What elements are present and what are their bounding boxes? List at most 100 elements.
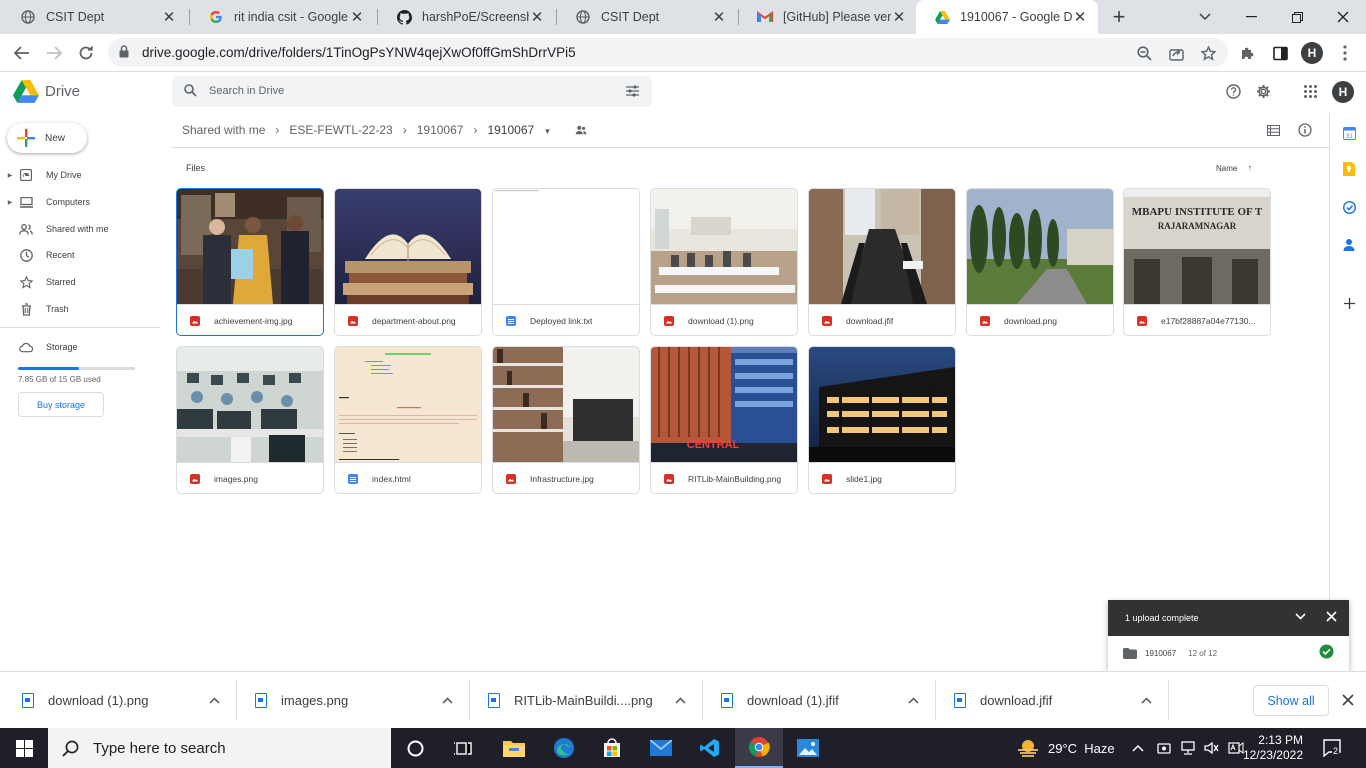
photos-icon[interactable] — [784, 728, 832, 768]
file-explorer-icon[interactable] — [490, 728, 538, 768]
chrome-menu-icon[interactable] — [1336, 44, 1354, 62]
restore-button[interactable] — [1274, 0, 1320, 34]
file-card[interactable]: download.png — [966, 188, 1114, 336]
breadcrumb-item[interactable]: 1910067 — [407, 123, 474, 137]
breadcrumb-item[interactable]: Shared with me — [172, 123, 275, 137]
chevron-up-icon[interactable] — [209, 695, 220, 707]
sidebar-item-shared-with-me[interactable]: Shared with me — [0, 218, 160, 240]
drive-logo[interactable]: Drive — [13, 80, 80, 103]
close-tab-icon[interactable]: ✕ — [529, 8, 545, 26]
address-bar[interactable]: drive.google.com/drive/folders/1TinOgPsY… — [108, 38, 1228, 67]
chevron-up-icon[interactable] — [1141, 695, 1152, 707]
download-item[interactable]: download (1).jfif — [721, 672, 919, 729]
show-hidden-icons-chevron-icon[interactable] — [1132, 728, 1144, 768]
edge-browser-icon[interactable] — [540, 728, 588, 768]
close-tab-icon[interactable]: ✕ — [161, 8, 177, 26]
taskbar-search-input[interactable]: Type here to search — [48, 728, 391, 768]
sort-by-name-button[interactable]: Name ↑ — [1216, 163, 1252, 174]
close-upload-icon[interactable] — [1326, 611, 1337, 624]
sort-ascending-arrow-icon[interactable]: ↑ — [1247, 163, 1252, 174]
lock-icon[interactable] — [119, 45, 129, 61]
search-options-icon[interactable] — [626, 85, 639, 100]
new-button[interactable]: New — [7, 123, 87, 153]
sidebar-item-recent[interactable]: Recent — [0, 244, 160, 266]
language-input-icon[interactable] — [1228, 728, 1244, 768]
file-card[interactable]: Deployed link.txt — [492, 188, 640, 336]
close-tab-icon[interactable]: ✕ — [1072, 8, 1088, 26]
file-card[interactable]: CENTRAL RITLib-MainBuilding.png — [650, 346, 798, 494]
chrome-taskbar-icon[interactable] — [735, 728, 783, 768]
browser-tab[interactable]: harshPoE/Screenshot ✕ — [378, 0, 555, 34]
shared-folder-people-icon[interactable] — [575, 125, 587, 135]
microsoft-store-icon[interactable] — [588, 728, 636, 768]
windows-start-icon[interactable] — [0, 728, 48, 768]
notification-center[interactable]: 2 — [1323, 728, 1343, 768]
sidebar-item-storage[interactable]: Storage — [0, 336, 160, 358]
file-card[interactable]: slide1.jpg — [808, 346, 956, 494]
file-card[interactable]: MBAPU INSTITUTE OF T RAJARAMNAGAR e17bf2… — [1123, 188, 1271, 336]
tab-search-icon[interactable] — [1182, 0, 1228, 34]
extensions-puzzle-icon[interactable] — [1238, 44, 1256, 62]
tasks-icon[interactable] — [1341, 199, 1357, 215]
mail-icon[interactable] — [637, 728, 685, 768]
share-icon[interactable] — [1167, 44, 1185, 62]
info-icon[interactable] — [1296, 121, 1314, 139]
forward-arrow-icon[interactable] — [40, 39, 68, 67]
sidebar-item-my-drive[interactable]: ▶ My Drive — [0, 164, 160, 186]
expand-caret-icon[interactable]: ▶ — [5, 199, 15, 206]
meet-now-icon[interactable] — [1157, 728, 1171, 768]
file-card[interactable]: images.png — [176, 346, 324, 494]
search-icon[interactable] — [184, 84, 197, 100]
download-item[interactable]: images.png — [255, 672, 453, 729]
calendar-icon[interactable]: 31 — [1341, 125, 1357, 141]
file-card[interactable]: Infrastructure.jpg — [492, 346, 640, 494]
contacts-icon[interactable] — [1341, 236, 1357, 252]
browser-tab-active[interactable]: 1910067 - Google Dr ✕ — [916, 0, 1098, 34]
zoom-icon[interactable] — [1135, 44, 1153, 62]
side-panel-icon[interactable] — [1271, 44, 1289, 62]
file-card[interactable]: download (1).png — [650, 188, 798, 336]
file-card[interactable]: download.jfif — [808, 188, 956, 336]
task-view-icon[interactable] — [440, 728, 488, 768]
volume-icon[interactable] — [1204, 728, 1220, 768]
apps-grid-icon[interactable] — [1304, 85, 1317, 101]
close-tab-icon[interactable]: ✕ — [891, 8, 907, 26]
browser-tab[interactable]: CSIT Dept ✕ — [557, 0, 737, 34]
buy-storage-button[interactable]: Buy storage — [18, 392, 104, 417]
back-arrow-icon[interactable] — [8, 39, 36, 67]
cortana-icon[interactable] — [391, 728, 439, 768]
sidebar-item-starred[interactable]: Starred — [0, 271, 160, 293]
close-tab-icon[interactable]: ✕ — [349, 8, 365, 26]
network-icon[interactable] — [1180, 728, 1196, 768]
breadcrumb-item[interactable]: ESE-FEWTL-22-23 — [279, 123, 402, 137]
browser-tab[interactable]: rit india csit - Google S ✕ — [190, 0, 375, 34]
list-view-icon[interactable] — [1264, 121, 1282, 139]
get-add-ons-plus-icon[interactable] — [1341, 295, 1357, 311]
browser-tab[interactable]: [GitHub] Please verify ✕ — [739, 0, 917, 34]
account-avatar[interactable]: H — [1332, 81, 1354, 103]
download-item[interactable]: download.jfif — [954, 672, 1152, 729]
vscode-icon[interactable] — [686, 728, 734, 768]
keep-icon[interactable] — [1341, 161, 1357, 177]
download-item[interactable]: download (1).png — [22, 672, 220, 729]
file-card[interactable]: index.html — [334, 346, 482, 494]
sidebar-item-computers[interactable]: ▶ Computers — [0, 191, 160, 213]
file-card[interactable]: department-about.png — [334, 188, 482, 336]
chevron-up-icon[interactable] — [908, 695, 919, 707]
reload-icon[interactable] — [72, 39, 100, 67]
browser-tab[interactable]: CSIT Dept ✕ — [2, 0, 187, 34]
download-item[interactable]: RITLib-MainBuildi....png — [488, 672, 686, 729]
close-shelf-icon[interactable] — [1342, 694, 1354, 709]
minimize-button[interactable] — [1228, 0, 1274, 34]
close-tab-icon[interactable]: ✕ — [711, 8, 727, 26]
file-card[interactable]: achievement-img.jpg — [176, 188, 324, 336]
new-tab-button[interactable]: + — [1096, 0, 1142, 34]
profile-avatar[interactable]: H — [1301, 42, 1323, 64]
drive-search-input[interactable]: Search in Drive — [172, 76, 652, 107]
current-folder-menu[interactable]: 1910067 ▼ — [477, 123, 551, 137]
help-icon[interactable] — [1226, 84, 1241, 102]
collapse-chevron-icon[interactable] — [1295, 612, 1306, 622]
expand-caret-icon[interactable]: ▶ — [5, 172, 15, 179]
settings-gear-icon[interactable] — [1256, 84, 1271, 102]
upload-row[interactable]: 1910067 12 of 12 — [1108, 636, 1349, 671]
